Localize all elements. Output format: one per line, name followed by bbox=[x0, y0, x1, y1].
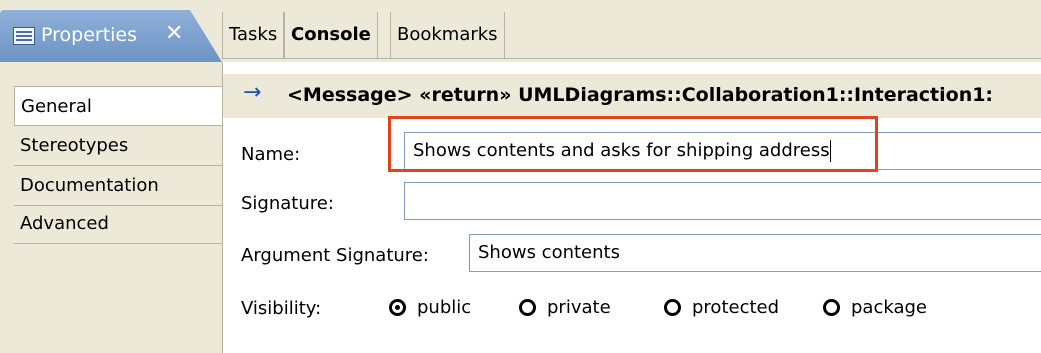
signature-field[interactable] bbox=[404, 182, 1041, 220]
view-tab-strip: Properties ✕ Tasks Console Bookmarks bbox=[0, 0, 1041, 62]
category-documentation[interactable]: Documentation bbox=[14, 166, 222, 206]
close-icon[interactable]: ✕ bbox=[165, 21, 183, 46]
radio-unchecked-icon bbox=[664, 298, 681, 316]
visibility-radio-label: public bbox=[417, 296, 472, 318]
radio-unchecked-icon bbox=[823, 298, 840, 316]
message-arrow-icon: → bbox=[243, 80, 262, 105]
visibility-radio-public[interactable]: public bbox=[389, 292, 471, 322]
category-general[interactable]: General bbox=[14, 86, 226, 126]
element-title: <Message> «return» UMLDiagrams::Collabor… bbox=[287, 84, 994, 106]
visibility-label: Visibility: bbox=[241, 298, 322, 319]
element-header: → <Message> «return» UMLDiagrams::Collab… bbox=[223, 74, 1041, 118]
category-advanced[interactable]: Advanced bbox=[14, 204, 222, 244]
argument-signature-label: Argument Signature: bbox=[241, 245, 429, 266]
tab-tasks[interactable]: Tasks bbox=[222, 12, 285, 58]
visibility-radio-label: package bbox=[851, 296, 927, 318]
visibility-radio-label: protected bbox=[692, 296, 780, 318]
tab-console[interactable]: Console bbox=[284, 12, 378, 58]
properties-content: → <Message> «return» UMLDiagrams::Collab… bbox=[222, 62, 1041, 353]
tab-bookmarks[interactable]: Bookmarks bbox=[390, 12, 505, 58]
signature-label: Signature: bbox=[241, 193, 334, 214]
name-highlight-box bbox=[388, 116, 878, 172]
radio-unchecked-icon bbox=[519, 298, 536, 316]
tab-strip-divider bbox=[222, 58, 1041, 59]
tab-properties[interactable]: Properties ✕ bbox=[0, 10, 222, 62]
visibility-radio-protected[interactable]: protected bbox=[664, 292, 779, 322]
category-list: General Stereotypes Documentation Advanc… bbox=[0, 62, 226, 353]
argument-signature-field-value: Shows contents bbox=[478, 242, 620, 263]
radio-checked-icon bbox=[389, 298, 406, 316]
tab-properties-label: Properties bbox=[41, 24, 138, 46]
properties-view-icon bbox=[13, 27, 35, 45]
name-label: Name: bbox=[241, 144, 301, 165]
argument-signature-field[interactable]: Shows contents bbox=[469, 234, 1041, 272]
category-stereotypes[interactable]: Stereotypes bbox=[14, 126, 222, 166]
visibility-radio-label: private bbox=[547, 296, 611, 318]
visibility-radio-package[interactable]: package bbox=[823, 292, 927, 322]
visibility-radio-private[interactable]: private bbox=[519, 292, 611, 322]
